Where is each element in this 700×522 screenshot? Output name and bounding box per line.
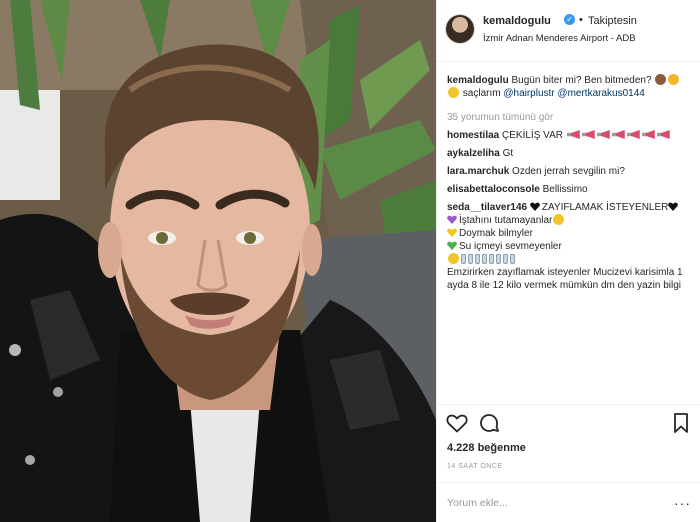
comments-section: kemaldogulu Bugün biter mi? Ben bitmeden… (437, 74, 700, 297)
megaphone-emoji-icon (656, 130, 670, 139)
megaphone-emoji-icon (581, 130, 595, 139)
comment-username[interactable]: seda__tilaver146 (447, 202, 527, 213)
comment-item: elisabettaloconsole Bellissimo (447, 183, 693, 196)
header-username[interactable]: kemaldogulu (483, 15, 551, 27)
comment-text: ÇEKİLİŞ VAR (502, 130, 563, 141)
grin-emoji-icon (553, 214, 565, 225)
follow-status-button[interactable]: Takiptesin (588, 15, 637, 27)
monkey-emoji-icon (655, 74, 667, 85)
post-photo[interactable] (0, 0, 436, 522)
comment-line: Su içmeyi sevmeyenler (459, 241, 562, 252)
comment-text: Gt (502, 148, 514, 159)
avatar[interactable] (445, 14, 475, 44)
more-options-icon[interactable]: ··· (674, 495, 691, 511)
bottle-emoji-icon (468, 254, 473, 264)
megaphone-emoji-icon (566, 130, 580, 139)
comment-item: homestilaa ÇEKİLİŞ VAR (447, 129, 693, 142)
megaphone-emoji-icon (626, 130, 640, 139)
comment-username[interactable]: homestilaa (447, 130, 499, 141)
bottle-emoji-icon (475, 254, 480, 264)
green-heart-emoji-icon (447, 241, 457, 250)
yellow-heart-emoji-icon (447, 228, 457, 237)
comment-item: lara.marchuk Ozden jerrah sevgilin mi? (447, 165, 693, 178)
caption-text-2: saçlarım (462, 88, 501, 99)
mention-mertkarakus[interactable]: @mertkarakus0144 (557, 88, 644, 99)
comment-username[interactable]: aykalzeliha (447, 148, 500, 159)
location-link[interactable]: İzmir Adnan Menderes Airport - ADB (483, 33, 636, 44)
megaphone-emoji-icon (611, 130, 625, 139)
smile-emoji-icon (448, 253, 459, 264)
bottle-emoji-icon (496, 254, 501, 264)
megaphone-emoji-icon (596, 130, 610, 139)
comment-line: Doymak bilmyler (459, 228, 533, 239)
comment-text: ZAYIFLAMAK İSTEYENLER (541, 202, 669, 213)
caption-text-1: Bugün biter mi? Ben bitmeden? (511, 75, 652, 86)
blush-emoji-icon (668, 74, 680, 85)
comment-username[interactable]: lara.marchuk (447, 166, 509, 177)
header-separator: • (579, 14, 583, 26)
view-all-comments-link[interactable]: 35 yorumun tümünü gör (447, 112, 693, 123)
caption: kemaldogulu Bugün biter mi? Ben bitmeden… (447, 74, 693, 100)
likes-count[interactable]: 4.228 beğenme (447, 442, 526, 454)
comment-line: İştahını tutamayanlar (459, 215, 553, 226)
instagram-post: kemaldogulu ✓ • Takiptesin İzmir Adnan M… (0, 0, 700, 522)
bookmark-icon[interactable] (669, 411, 693, 435)
selfie-illustration (0, 0, 436, 522)
comment-icon[interactable] (477, 411, 501, 435)
bottle-emoji-icon (461, 254, 466, 264)
add-comment-bar: ··· (437, 482, 700, 522)
smile-emoji-icon (448, 87, 459, 98)
megaphone-emoji-icon (641, 130, 655, 139)
comment-item: aykalzeliha Gt (447, 147, 693, 160)
bottle-emoji-icon (489, 254, 494, 264)
post-header: kemaldogulu ✓ • Takiptesin İzmir Adnan M… (437, 0, 700, 62)
comment-tail: Emzirirken zayıflamak isteyenler Mucizev… (447, 267, 683, 291)
comment-text: Ozden jerrah sevgilin mi? (512, 166, 625, 177)
comment-input[interactable] (447, 493, 662, 513)
comment-text: Bellissimo (542, 184, 588, 195)
black-heart-emoji-icon (668, 202, 679, 211)
bottle-emoji-icon (510, 254, 515, 264)
purple-heart-emoji-icon (447, 215, 457, 224)
mention-hairplustr[interactable]: @hairplustr (503, 88, 554, 99)
comment-username[interactable]: elisabettaloconsole (447, 184, 540, 195)
post-timestamp[interactable]: 14 SAAT ÖNCE (447, 463, 503, 470)
comment-item: seda__tilaver146 ZAYIFLAMAK İSTEYENLER İ… (447, 201, 693, 292)
heart-icon[interactable] (445, 411, 469, 435)
bottle-emoji-icon (482, 254, 487, 264)
verified-badge-icon: ✓ (564, 14, 575, 25)
black-heart-emoji-icon (529, 202, 540, 211)
bottle-emoji-icon (503, 254, 508, 264)
caption-username[interactable]: kemaldogulu (447, 75, 509, 86)
post-side-panel: kemaldogulu ✓ • Takiptesin İzmir Adnan M… (436, 0, 700, 522)
action-bar (437, 404, 700, 434)
